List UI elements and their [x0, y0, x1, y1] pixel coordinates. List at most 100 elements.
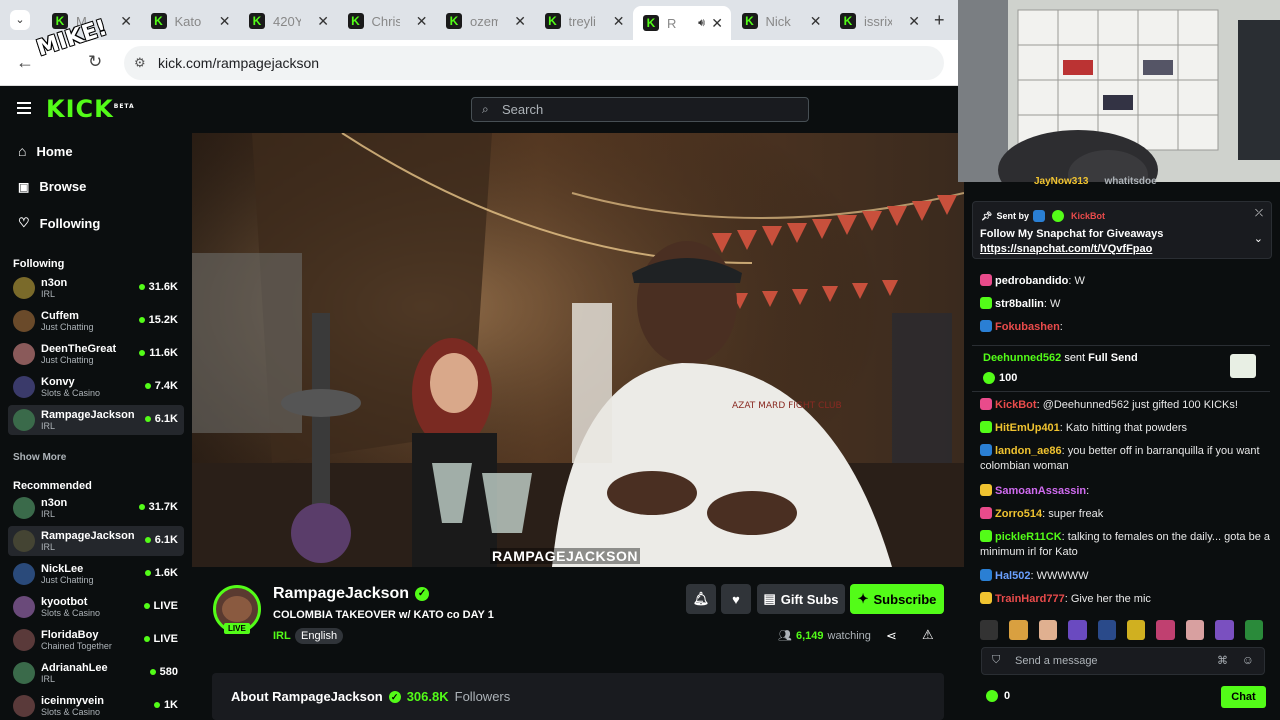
chat-username[interactable]: pedrobandido: [995, 275, 1068, 287]
close-tab-icon[interactable]: ✕: [120, 13, 132, 30]
emote-9-icon[interactable]: [1215, 620, 1234, 640]
close-tab-icon[interactable]: ✕: [514, 13, 526, 30]
sidebar-channel[interactable]: NickLee Just Chatting 1.6K: [8, 559, 184, 589]
stream-category[interactable]: IRL: [273, 630, 291, 642]
chat-text: Kato hitting that powders: [1065, 422, 1187, 434]
kick-logo[interactable]: KICKBETA: [46, 95, 135, 123]
emote-3-icon[interactable]: [1038, 620, 1058, 640]
live-dot-icon: [138, 284, 145, 291]
channel-name: n3on: [41, 277, 68, 289]
sidebar-channel[interactable]: n3on IRL 31.6K: [8, 273, 184, 303]
chat-username[interactable]: str8ballin: [995, 298, 1044, 310]
close-tab-icon[interactable]: ✕: [711, 15, 723, 32]
emote-2-icon[interactable]: [1009, 620, 1028, 640]
browser-tab[interactable]: K 420Y ✕: [239, 6, 337, 36]
sidebar-channel[interactable]: iceinmyvein Slots & Casino 1K: [8, 691, 184, 720]
close-tab-icon[interactable]: ✕: [810, 13, 822, 30]
browser-tab[interactable]: K Chris ✕: [338, 6, 436, 36]
sidebar-channel[interactable]: RampageJackson IRL 6.1K: [8, 405, 184, 435]
sidebar-channel[interactable]: kyootbot Slots & Casino LIVE: [8, 592, 184, 622]
speaker-icon[interactable]: 🔊︎: [698, 17, 705, 30]
close-tab-icon[interactable]: ✕: [317, 13, 329, 30]
top-user-1[interactable]: JayNow313: [1034, 176, 1088, 187]
video-player[interactable]: AZAT MARD FIGHT CLUB: [192, 133, 964, 567]
chat-username[interactable]: TrainHard777: [995, 593, 1065, 605]
tab-search-icon[interactable]: ⌄: [10, 10, 30, 30]
nav-browse[interactable]: ▣ Browse: [18, 179, 86, 194]
sidebar-channel[interactable]: Konvy Slots & Casino 7.4K: [8, 372, 184, 402]
chat-username[interactable]: pickleR11CK: [995, 531, 1062, 543]
chat-username[interactable]: landon_ae86: [995, 445, 1062, 457]
menu-icon[interactable]: [17, 102, 31, 114]
emote-6-icon[interactable]: [1127, 620, 1146, 640]
emoji-icon[interactable]: ☺: [1242, 653, 1254, 667]
chat-username[interactable]: Hal502: [995, 570, 1030, 582]
sidebar-channel[interactable]: AdrianahLee IRL 580: [8, 658, 184, 688]
sidebar-channel[interactable]: DeenTheGreat Just Chatting 11.6K: [8, 339, 184, 369]
viewer-count-text: 6.1K: [154, 413, 178, 425]
reload-icon[interactable]: ↻: [88, 52, 102, 72]
share-icon[interactable]: ⋖: [886, 628, 897, 644]
sidebar-channel[interactable]: Cuffem Just Chatting 15.2K: [8, 306, 184, 336]
browser-tab[interactable]: K R 🔊︎ ✕: [633, 6, 731, 40]
pinned-sender[interactable]: KickBot: [1071, 211, 1105, 221]
browser-tab[interactable]: Ktreyli ✕: [535, 6, 633, 36]
gift-amount: 100: [999, 372, 1018, 384]
close-tab-icon[interactable]: ✕: [219, 13, 231, 30]
viewer-count-text: 31.6K: [148, 281, 178, 293]
emote-1-icon[interactable]: [980, 620, 999, 640]
sidebar-channel[interactable]: RampageJackson IRL 6.1K: [8, 526, 184, 556]
search-input[interactable]: ⌕ Search: [471, 97, 809, 122]
subscribe-label: Subscribe: [873, 591, 937, 607]
browser-tab[interactable]: Kissrix ✕: [830, 6, 928, 36]
streamer-name[interactable]: RampageJackson: [273, 585, 409, 603]
chat-username[interactable]: SamoanAssassin: [995, 485, 1086, 497]
emote-7-icon[interactable]: [1156, 620, 1175, 640]
report-icon[interactable]: ⚠: [922, 627, 934, 643]
chat-username[interactable]: Zorro514: [995, 508, 1042, 520]
unpin-icon[interactable]: ⤫: [1255, 208, 1263, 219]
chat-username[interactable]: Fokubashen: [995, 321, 1060, 333]
new-tab-button[interactable]: +: [934, 10, 945, 31]
browser-tab[interactable]: K Nick ✕: [732, 6, 830, 36]
sidebar-channel[interactable]: FloridaBoy Chained Together LIVE: [8, 625, 184, 655]
chat-send-button[interactable]: Chat: [1221, 686, 1266, 708]
close-tab-icon[interactable]: ✕: [416, 13, 428, 30]
show-more-link[interactable]: Show More: [13, 452, 66, 463]
sidebar-channel[interactable]: n3on IRL 31.7K: [8, 493, 184, 523]
site-info-icon[interactable]: ⚙: [134, 46, 146, 80]
gift-icon: ▤: [763, 591, 776, 606]
emote-5-icon[interactable]: [1097, 620, 1117, 640]
subscribe-button[interactable]: ✦ Subscribe: [850, 584, 944, 614]
command-icon[interactable]: ⌘: [1217, 654, 1228, 667]
chat-input[interactable]: ⛉ Send a message ⌘ ☺: [981, 647, 1265, 675]
channel-name: Konvy: [41, 376, 75, 388]
emote-4-icon[interactable]: [1068, 620, 1087, 640]
close-tab-icon[interactable]: ✕: [613, 13, 625, 30]
pinned-link[interactable]: https://snapchat.com/t/VQvfFpao: [980, 243, 1152, 255]
chat-username[interactable]: KickBot: [995, 399, 1037, 411]
emote-8-icon[interactable]: [1185, 620, 1205, 640]
close-tab-icon[interactable]: ✕: [908, 13, 920, 30]
language-tag[interactable]: English: [295, 628, 344, 644]
channel-category: Chained Together: [41, 641, 112, 651]
kicks-balance[interactable]: 0: [986, 690, 1010, 702]
url-field[interactable]: ⚙ kick.com/rampagejackson: [124, 46, 944, 80]
chat-message: HitEmUp401: Kato hitting that powders: [980, 421, 1270, 436]
browser-tab[interactable]: Kozem ✕: [436, 6, 534, 36]
avatar: [13, 563, 35, 585]
chat-username[interactable]: HitEmUp401: [995, 422, 1060, 434]
back-icon[interactable]: ←: [16, 52, 34, 73]
nav-following[interactable]: ♡ Following: [18, 215, 100, 231]
browser-tab[interactable]: K Kato ✕: [141, 6, 239, 36]
channel-viewers: 11.6K: [139, 347, 178, 359]
nav-home[interactable]: ⌂ Home: [18, 143, 73, 159]
chevron-down-icon[interactable]: ⌄: [1254, 232, 1263, 245]
emote-10-icon[interactable]: [1244, 620, 1264, 640]
notification-button[interactable]: 🔔︎: [686, 584, 716, 614]
gift-subs-button[interactable]: ▤ Gift Subs: [757, 584, 845, 614]
gift-user[interactable]: Deehunned562: [983, 352, 1061, 364]
follow-button[interactable]: ♥: [721, 584, 751, 614]
kicks-coin-icon: [983, 372, 995, 384]
top-user-2[interactable]: whatitsdoe: [1104, 176, 1156, 187]
